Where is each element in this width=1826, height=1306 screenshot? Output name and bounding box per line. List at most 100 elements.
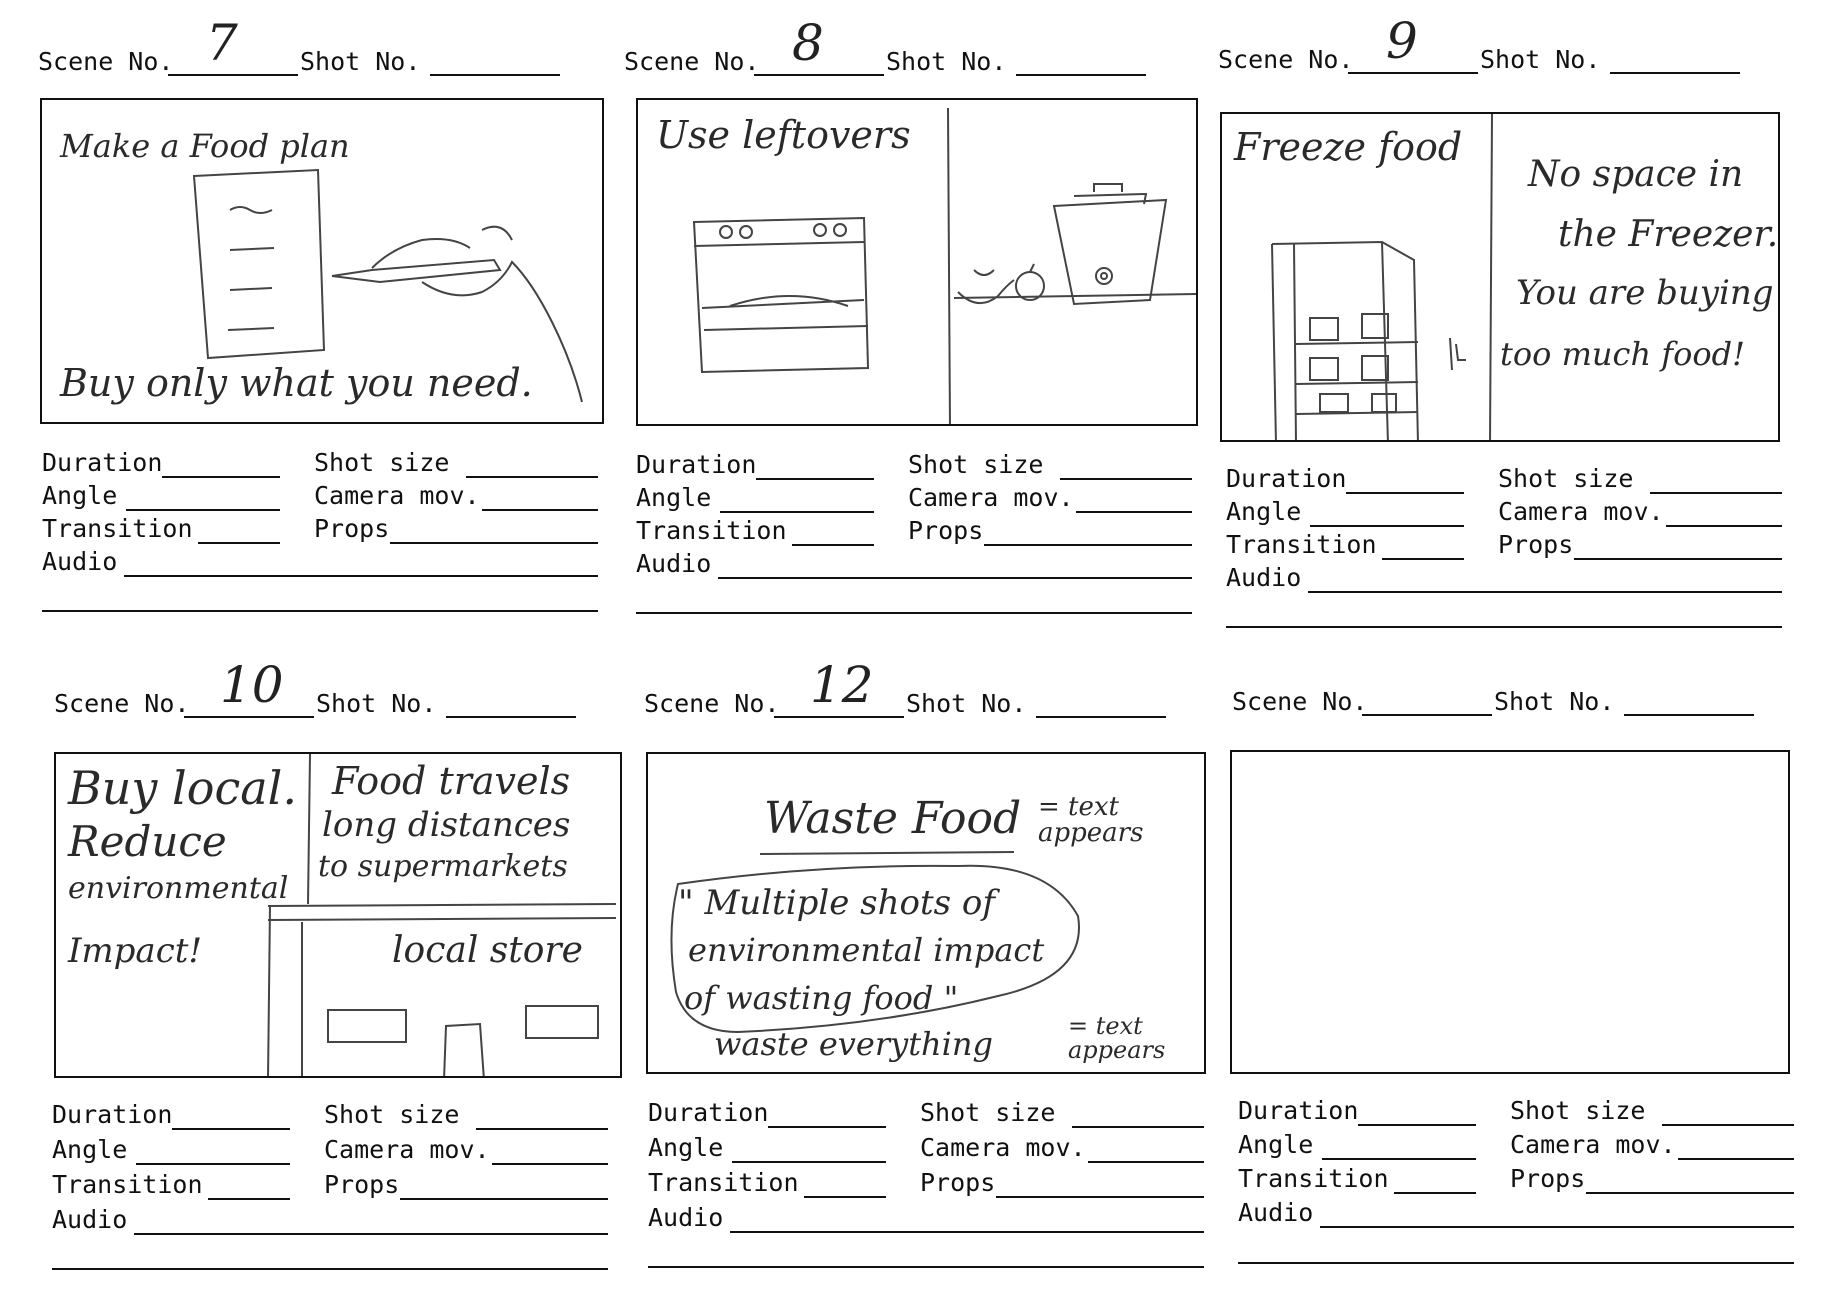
camera-field[interactable] xyxy=(492,1163,608,1165)
transition-field[interactable] xyxy=(792,544,874,546)
left-note-line2: Reduce xyxy=(68,817,227,866)
scene-number: 10 xyxy=(220,656,284,714)
audio-field-extra[interactable] xyxy=(1226,626,1782,628)
angle-field[interactable] xyxy=(136,1163,290,1165)
shot-size-field[interactable] xyxy=(1060,478,1192,480)
props-field[interactable] xyxy=(996,1196,1204,1198)
duration-field[interactable] xyxy=(756,478,874,480)
storyboard-sheet: Scene No. 7 Shot No. Make a Food plan Bu… xyxy=(0,0,1826,1306)
shot-size-label: Shot size xyxy=(920,1098,1056,1127)
camera-label: Camera mov. xyxy=(324,1135,490,1164)
duration-field[interactable] xyxy=(172,1128,290,1130)
camera-field[interactable] xyxy=(1678,1158,1794,1160)
scene-number: 7 xyxy=(206,14,238,72)
transition-field[interactable] xyxy=(208,1198,290,1200)
left-note-line1: Buy local. xyxy=(68,761,297,815)
storyboard-cell: Scene No. 12 Shot No. Waste Food = text … xyxy=(640,656,1220,1268)
scene-number: 9 xyxy=(1386,12,1418,70)
angle-field[interactable] xyxy=(1322,1158,1476,1160)
angle-label: Angle xyxy=(52,1135,128,1164)
shot-size-field[interactable] xyxy=(1662,1124,1794,1126)
shot-label: Shot No. xyxy=(300,47,421,76)
side-note-line2: the Freezer. xyxy=(1558,214,1779,255)
camera-field[interactable] xyxy=(1666,525,1782,527)
transition-field[interactable] xyxy=(1394,1192,1476,1194)
right-note-line2: long distances xyxy=(322,805,571,845)
duration-label: Duration xyxy=(648,1098,769,1127)
shot-details: Duration Shot size Angle Camera mov. Tra… xyxy=(52,1100,612,1270)
props-label: Props xyxy=(920,1168,996,1197)
camera-label: Camera mov. xyxy=(908,483,1074,512)
audio-field[interactable] xyxy=(124,575,598,577)
audio-label: Audio xyxy=(1226,563,1302,592)
audio-field[interactable] xyxy=(134,1233,608,1235)
scene-field[interactable] xyxy=(184,716,314,718)
bottom-note-suffix: = text appears xyxy=(1068,1012,1166,1064)
audio-label: Audio xyxy=(1238,1198,1314,1227)
audio-field[interactable] xyxy=(1308,591,1782,593)
audio-field[interactable] xyxy=(718,577,1192,579)
camera-field[interactable] xyxy=(1076,511,1192,513)
sketch-title: Make a Food plan xyxy=(60,127,350,165)
transition-field[interactable] xyxy=(198,542,280,544)
angle-field[interactable] xyxy=(720,511,874,513)
shot-field[interactable] xyxy=(1036,716,1166,718)
angle-field[interactable] xyxy=(732,1161,886,1163)
shot-field[interactable] xyxy=(1624,714,1754,716)
duration-label: Duration xyxy=(1226,464,1347,493)
scene-field[interactable] xyxy=(774,716,904,718)
scene-label: Scene No. xyxy=(624,47,760,76)
scene-field[interactable] xyxy=(1362,714,1492,716)
props-field[interactable] xyxy=(390,542,598,544)
shot-label: Shot No. xyxy=(886,47,1007,76)
camera-label: Camera mov. xyxy=(314,481,480,510)
props-field[interactable] xyxy=(400,1198,608,1200)
scene-field[interactable] xyxy=(168,74,298,76)
shot-field[interactable] xyxy=(430,74,560,76)
shot-details: Duration Shot size Angle Camera mov. Tra… xyxy=(1238,1096,1798,1266)
angle-field[interactable] xyxy=(1310,525,1464,527)
audio-field-extra[interactable] xyxy=(636,612,1192,614)
audio-field-extra[interactable] xyxy=(648,1266,1204,1268)
side-note-line3: You are buying xyxy=(1516,273,1774,313)
props-field[interactable] xyxy=(1586,1192,1794,1194)
shot-size-field[interactable] xyxy=(476,1128,608,1130)
shot-field[interactable] xyxy=(446,716,576,718)
shot-field[interactable] xyxy=(1610,72,1740,74)
sketch-title: Waste Food xyxy=(764,793,1022,844)
shot-field[interactable] xyxy=(1016,74,1146,76)
transition-field[interactable] xyxy=(1382,558,1464,560)
shot-details: Duration Shot size Angle Camera mov. Tra… xyxy=(1226,464,1786,634)
audio-field-extra[interactable] xyxy=(42,610,598,612)
cell-header: Scene No. 9 Shot No. xyxy=(1214,12,1794,80)
sketch-frame: Freeze food No space in the Freezer. You… xyxy=(1220,112,1780,442)
props-label: Props xyxy=(314,514,390,543)
shot-label: Shot No. xyxy=(906,689,1027,718)
duration-field[interactable] xyxy=(1358,1124,1476,1126)
scene-field[interactable] xyxy=(754,74,884,76)
angle-field[interactable] xyxy=(126,509,280,511)
storyboard-cell: Scene No. 8 Shot No. Use leftovers Durat… xyxy=(620,14,1200,626)
duration-label: Duration xyxy=(636,450,757,479)
transition-field[interactable] xyxy=(804,1196,886,1198)
audio-field[interactable] xyxy=(1320,1226,1794,1228)
sketch-frame[interactable] xyxy=(1230,750,1790,1074)
camera-field[interactable] xyxy=(482,509,598,511)
props-field[interactable] xyxy=(1574,558,1782,560)
audio-field-extra[interactable] xyxy=(1238,1262,1794,1264)
shot-label: Shot No. xyxy=(1480,45,1601,74)
duration-field[interactable] xyxy=(1346,492,1464,494)
storyboard-cell: Scene No. 10 Shot No. Buy local. Reduce … xyxy=(50,656,630,1270)
audio-field[interactable] xyxy=(730,1231,1204,1233)
shot-size-field[interactable] xyxy=(1650,492,1782,494)
props-field[interactable] xyxy=(984,544,1192,546)
duration-field[interactable] xyxy=(162,476,280,478)
shot-size-field[interactable] xyxy=(466,476,598,478)
shot-size-label: Shot size xyxy=(908,450,1044,479)
audio-field-extra[interactable] xyxy=(52,1268,608,1270)
camera-field[interactable] xyxy=(1088,1161,1204,1163)
audio-label: Audio xyxy=(52,1205,128,1234)
scene-field[interactable] xyxy=(1348,72,1478,74)
duration-field[interactable] xyxy=(768,1126,886,1128)
shot-size-field[interactable] xyxy=(1072,1126,1204,1128)
